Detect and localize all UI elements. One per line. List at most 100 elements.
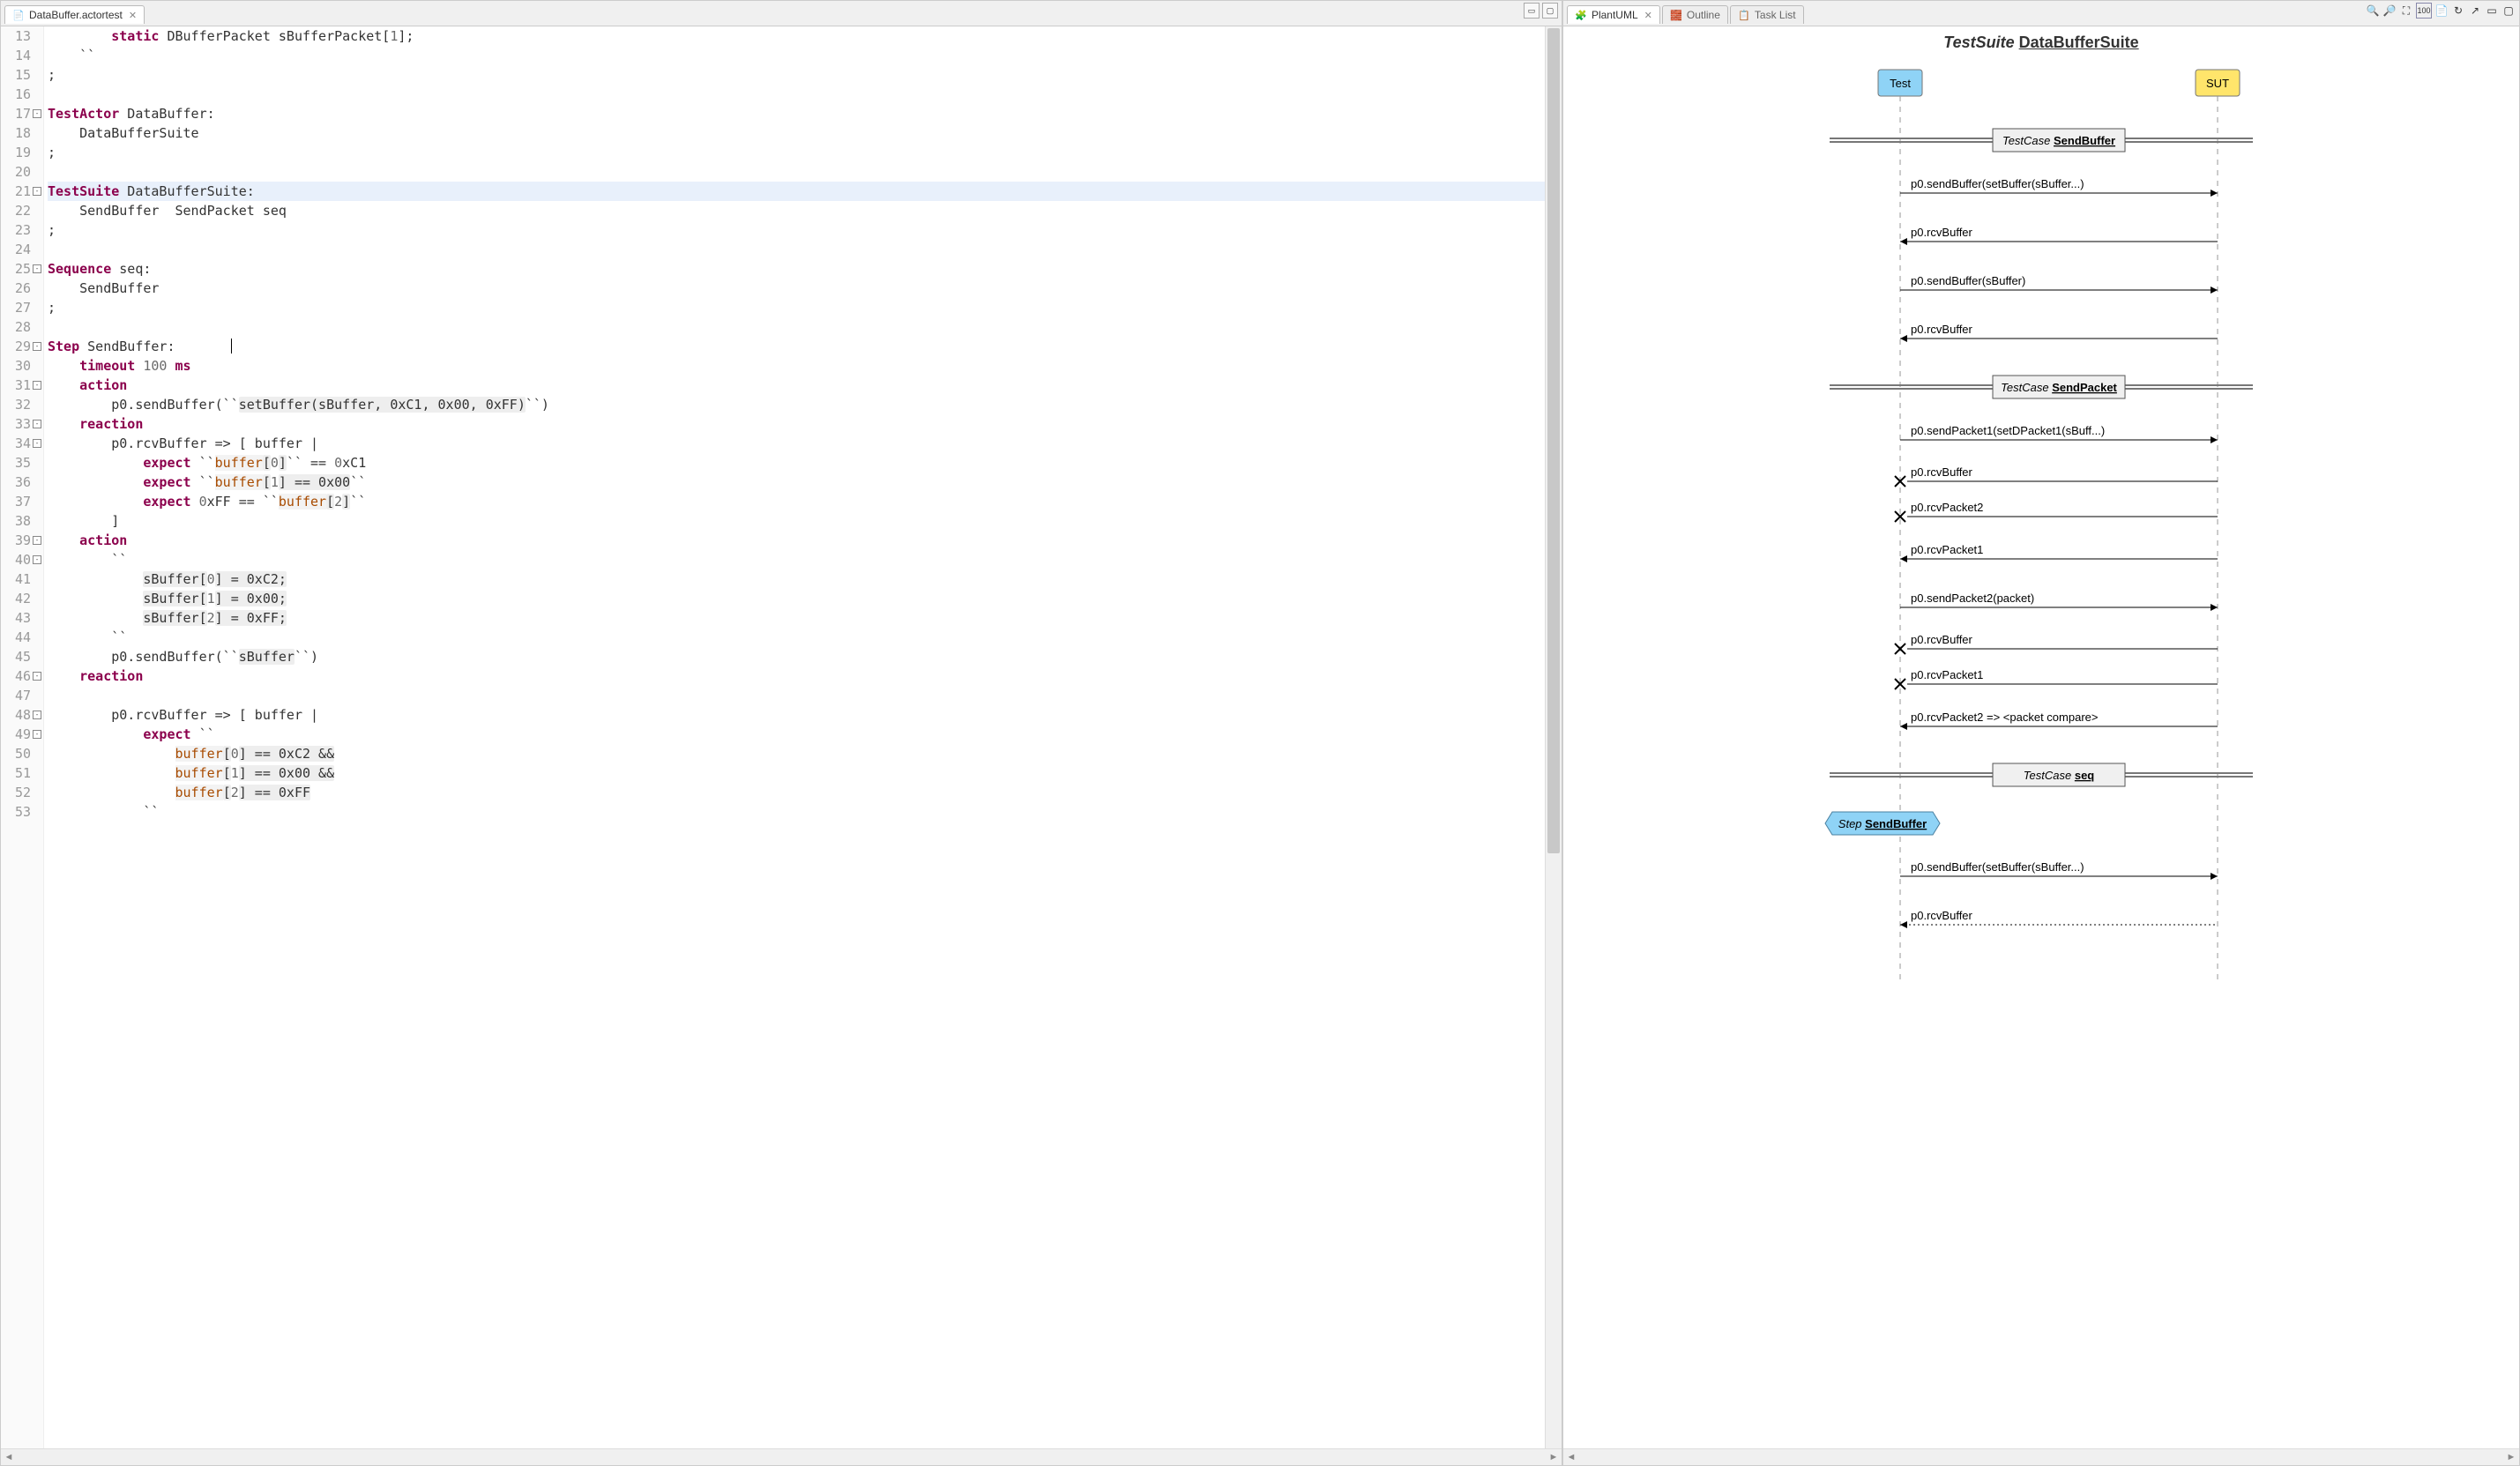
code-line[interactable] [48, 240, 1545, 259]
view-tab-plantuml[interactable]: 🧩PlantUML✕ [1567, 5, 1660, 24]
maximize-view-icon[interactable]: ▢ [1542, 3, 1558, 19]
code-line[interactable]: timeout 100 ms [48, 356, 1545, 376]
code-line[interactable]: expect ``buffer[1] == 0x00`` [48, 473, 1545, 492]
close-icon[interactable]: ✕ [129, 10, 137, 21]
code-line[interactable]: action [48, 376, 1545, 395]
code-line[interactable]: ; [48, 220, 1545, 240]
code-line[interactable]: `` [48, 802, 1545, 822]
testcase-label: TestCase SendPacket [2001, 381, 2117, 394]
code-line[interactable]: p0.sendBuffer(``sBuffer``) [48, 647, 1545, 666]
fold-toggle-icon[interactable]: - [33, 342, 41, 351]
code-line[interactable]: ; [48, 65, 1545, 85]
code-line[interactable]: `` [48, 46, 1545, 65]
refresh-icon[interactable]: ↻ [2451, 4, 2465, 18]
fold-toggle-icon[interactable]: - [33, 109, 41, 118]
fold-toggle-icon[interactable]: - [33, 187, 41, 196]
new-icon[interactable]: 📄 [2434, 4, 2449, 18]
code-line[interactable] [48, 85, 1545, 104]
horizontal-scrollbar[interactable]: ◄ ► [1, 1448, 1562, 1465]
line-number: 26 [1, 279, 40, 298]
scroll-left-icon[interactable]: ◄ [1, 1452, 17, 1462]
line-number: 23 [1, 220, 40, 240]
code-line[interactable]: expect ``buffer[0]`` == 0xC1 [48, 453, 1545, 473]
code-line[interactable]: reaction [48, 666, 1545, 686]
line-number: 16 [1, 85, 40, 104]
fold-toggle-icon[interactable]: - [33, 711, 41, 719]
zoom-in-icon[interactable]: 🔍 [2366, 4, 2380, 18]
code-line[interactable]: ] [48, 511, 1545, 531]
code-line[interactable]: TestActor DataBuffer: [48, 104, 1545, 123]
fold-toggle-icon[interactable]: - [33, 672, 41, 681]
export-icon[interactable]: ↗ [2468, 4, 2482, 18]
code-line[interactable]: buffer[2] == 0xFF [48, 783, 1545, 802]
code-line[interactable] [48, 317, 1545, 337]
message-label: p0.rcvPacket2 => <packet compare> [1911, 711, 2098, 724]
code-line[interactable]: sBuffer[0] = 0xC2; [48, 569, 1545, 589]
fold-toggle-icon[interactable]: - [33, 730, 41, 739]
diagram-title-prefix: TestSuite [1943, 33, 2014, 51]
editor-tab-active[interactable]: 📄 DataBuffer.actortest ✕ [4, 5, 145, 24]
code-line[interactable]: ; [48, 298, 1545, 317]
diagram-area[interactable]: TestSuite DataBufferSuite TestSUTTestCas… [1563, 26, 2519, 1448]
fold-toggle-icon[interactable]: - [33, 264, 41, 273]
code-line[interactable]: DataBufferSuite [48, 123, 1545, 143]
code-line[interactable]: sBuffer[1] = 0x00; [48, 589, 1545, 608]
fold-toggle-icon[interactable]: - [33, 555, 41, 564]
code-line[interactable]: p0.rcvBuffer => [ buffer | [48, 705, 1545, 725]
view-tab-outline[interactable]: 🧱Outline [1662, 5, 1728, 24]
code-line[interactable]: SendBuffer SendPacket seq [48, 201, 1545, 220]
line-number: 35 [1, 453, 40, 473]
pin-icon[interactable]: ▭ [2485, 4, 2499, 18]
code-line[interactable]: sBuffer[2] = 0xFF; [48, 608, 1545, 628]
zoom-100-icon[interactable]: 100 [2416, 3, 2432, 19]
minimize-view-icon[interactable]: ▭ [1524, 3, 1540, 19]
code-line[interactable]: `` [48, 550, 1545, 569]
testcase-label: TestCase seq [2024, 769, 2095, 782]
code-line[interactable] [48, 162, 1545, 182]
code-line[interactable]: SendBuffer [48, 279, 1545, 298]
message-label: p0.rcvBuffer [1911, 909, 1973, 922]
close-icon[interactable]: ✕ [1644, 10, 1652, 21]
fold-toggle-icon[interactable]: - [33, 381, 41, 390]
line-number: 47 [1, 686, 40, 705]
diagram-horizontal-scrollbar[interactable]: ◄ ► [1563, 1448, 2519, 1465]
line-number: 14 [1, 46, 40, 65]
code-line[interactable]: reaction [48, 414, 1545, 434]
line-number: 48- [1, 705, 40, 725]
editor-tab-label: DataBuffer.actortest [29, 9, 123, 21]
code-line[interactable]: buffer[1] == 0x00 && [48, 763, 1545, 783]
scroll-right-icon[interactable]: ► [1546, 1452, 1562, 1462]
line-number: 53 [1, 802, 40, 822]
line-number: 49- [1, 725, 40, 744]
code-line[interactable]: p0.sendBuffer(``setBuffer(sBuffer, 0xC1,… [48, 395, 1545, 414]
fold-toggle-icon[interactable]: - [33, 439, 41, 448]
editor-area[interactable]: 1314151617-18192021-22232425-26272829-30… [1, 26, 1562, 1448]
scrollbar-thumb[interactable] [1547, 28, 1560, 853]
code-line[interactable]: p0.rcvBuffer => [ buffer | [48, 434, 1545, 453]
fit-icon[interactable]: ⛶ [2399, 4, 2413, 18]
code-line[interactable]: action [48, 531, 1545, 550]
code-line[interactable] [48, 686, 1545, 705]
code-content[interactable]: static DBufferPacket sBufferPacket[1]; `… [44, 26, 1545, 1448]
message-label: p0.sendBuffer(setBuffer(sBuffer...) [1911, 860, 2084, 874]
message-label: p0.sendBuffer(sBuffer) [1911, 274, 2025, 287]
editor-pane: 📄 DataBuffer.actortest ✕ ▭ ▢ 1314151617-… [0, 0, 1562, 1466]
code-line[interactable]: `` [48, 628, 1545, 647]
code-line[interactable]: TestSuite DataBufferSuite: [48, 182, 1545, 201]
fold-toggle-icon[interactable]: - [33, 420, 41, 428]
vertical-scrollbar[interactable] [1545, 26, 1562, 1448]
scroll-left-icon[interactable]: ◄ [1563, 1452, 1579, 1462]
zoom-out-icon[interactable]: 🔎 [2382, 4, 2397, 18]
code-line[interactable]: Step SendBuffer: [48, 337, 1545, 356]
code-line[interactable]: Sequence seq: [48, 259, 1545, 279]
code-line[interactable]: ; [48, 143, 1545, 162]
code-line[interactable]: expect 0xFF == ``buffer[2]`` [48, 492, 1545, 511]
message-label: p0.sendPacket1(setDPacket1(sBuff...) [1911, 424, 2105, 437]
code-line[interactable]: expect `` [48, 725, 1545, 744]
code-line[interactable]: static DBufferPacket sBufferPacket[1]; [48, 26, 1545, 46]
view-tab-task-list[interactable]: 📋Task List [1730, 5, 1804, 24]
maximize-icon[interactable]: ▢ [2501, 4, 2516, 18]
fold-toggle-icon[interactable]: - [33, 536, 41, 545]
scroll-right-icon[interactable]: ► [2503, 1452, 2519, 1462]
code-line[interactable]: buffer[0] == 0xC2 && [48, 744, 1545, 763]
